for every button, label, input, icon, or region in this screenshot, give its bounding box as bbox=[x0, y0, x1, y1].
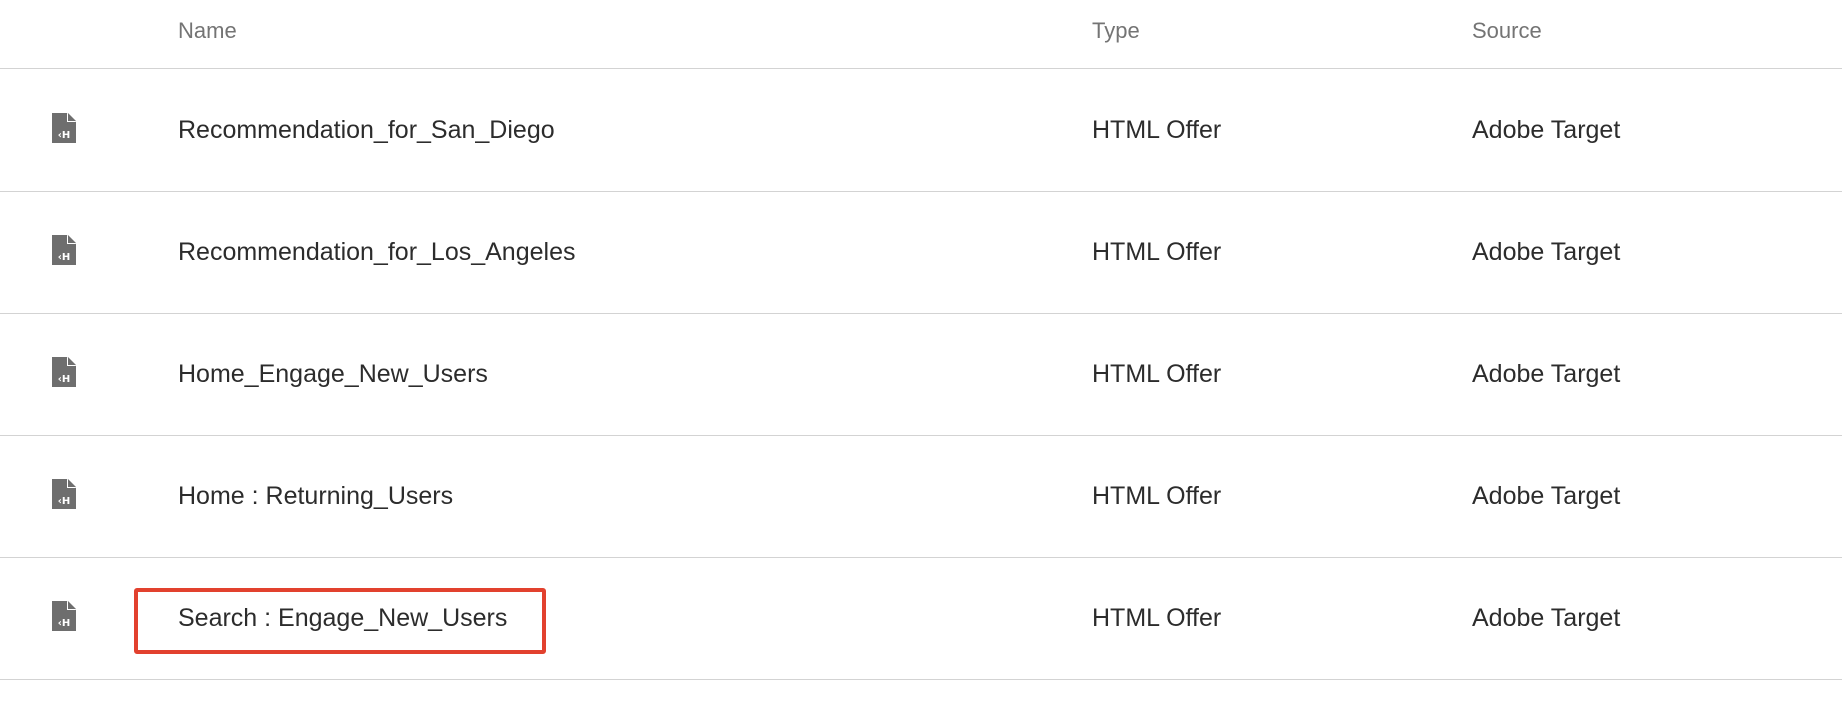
row-type: HTML Offer bbox=[1092, 604, 1222, 632]
html-offer-file-icon: ‹H bbox=[52, 113, 76, 143]
html-offer-file-icon: ‹H bbox=[52, 235, 76, 265]
svg-text:‹H: ‹H bbox=[58, 252, 71, 263]
column-header-type[interactable]: Type bbox=[1092, 18, 1140, 44]
row-name[interactable]: Recommendation_for_San_Diego bbox=[178, 69, 555, 191]
html-offer-file-icon: ‹H bbox=[52, 479, 76, 509]
column-header-name[interactable]: Name bbox=[178, 18, 237, 44]
table-row[interactable]: ‹H Search : Engage_New_Users HTML Offer … bbox=[0, 557, 1842, 680]
row-name[interactable]: Search : Engage_New_Users bbox=[178, 557, 507, 679]
row-name[interactable]: Home : Returning_Users bbox=[178, 435, 453, 557]
table-header: Name Type Source bbox=[0, 0, 1842, 69]
row-source: Adobe Target bbox=[1472, 482, 1621, 510]
offers-table: Name Type Source ‹H Recommendation_for_S… bbox=[0, 0, 1842, 704]
svg-text:‹H: ‹H bbox=[58, 618, 71, 629]
table-row[interactable]: ‹H Recommendation_for_Los_Angeles HTML O… bbox=[0, 191, 1842, 314]
svg-text:‹H: ‹H bbox=[58, 374, 71, 385]
column-header-source[interactable]: Source bbox=[1472, 18, 1542, 44]
svg-text:‹H: ‹H bbox=[58, 130, 71, 141]
row-source: Adobe Target bbox=[1472, 238, 1621, 266]
row-name[interactable]: Home_Engage_New_Users bbox=[178, 313, 488, 435]
row-source: Adobe Target bbox=[1472, 604, 1621, 632]
row-type: HTML Offer bbox=[1092, 238, 1222, 266]
table-row[interactable]: ‹H Home_Engage_New_Users HTML Offer Adob… bbox=[0, 313, 1842, 436]
svg-text:‹H: ‹H bbox=[58, 496, 71, 507]
row-source: Adobe Target bbox=[1472, 360, 1621, 388]
table-row[interactable]: ‹H Recommendation_for_San_Diego HTML Off… bbox=[0, 69, 1842, 192]
row-type: HTML Offer bbox=[1092, 360, 1222, 388]
html-offer-file-icon: ‹H bbox=[52, 357, 76, 387]
table-row[interactable]: ‹H Home : Returning_Users HTML Offer Ado… bbox=[0, 435, 1842, 558]
row-source: Adobe Target bbox=[1472, 116, 1621, 144]
row-name[interactable]: Recommendation_for_Los_Angeles bbox=[178, 191, 575, 313]
row-type: HTML Offer bbox=[1092, 482, 1222, 510]
html-offer-file-icon: ‹H bbox=[52, 601, 76, 631]
row-type: HTML Offer bbox=[1092, 116, 1222, 144]
